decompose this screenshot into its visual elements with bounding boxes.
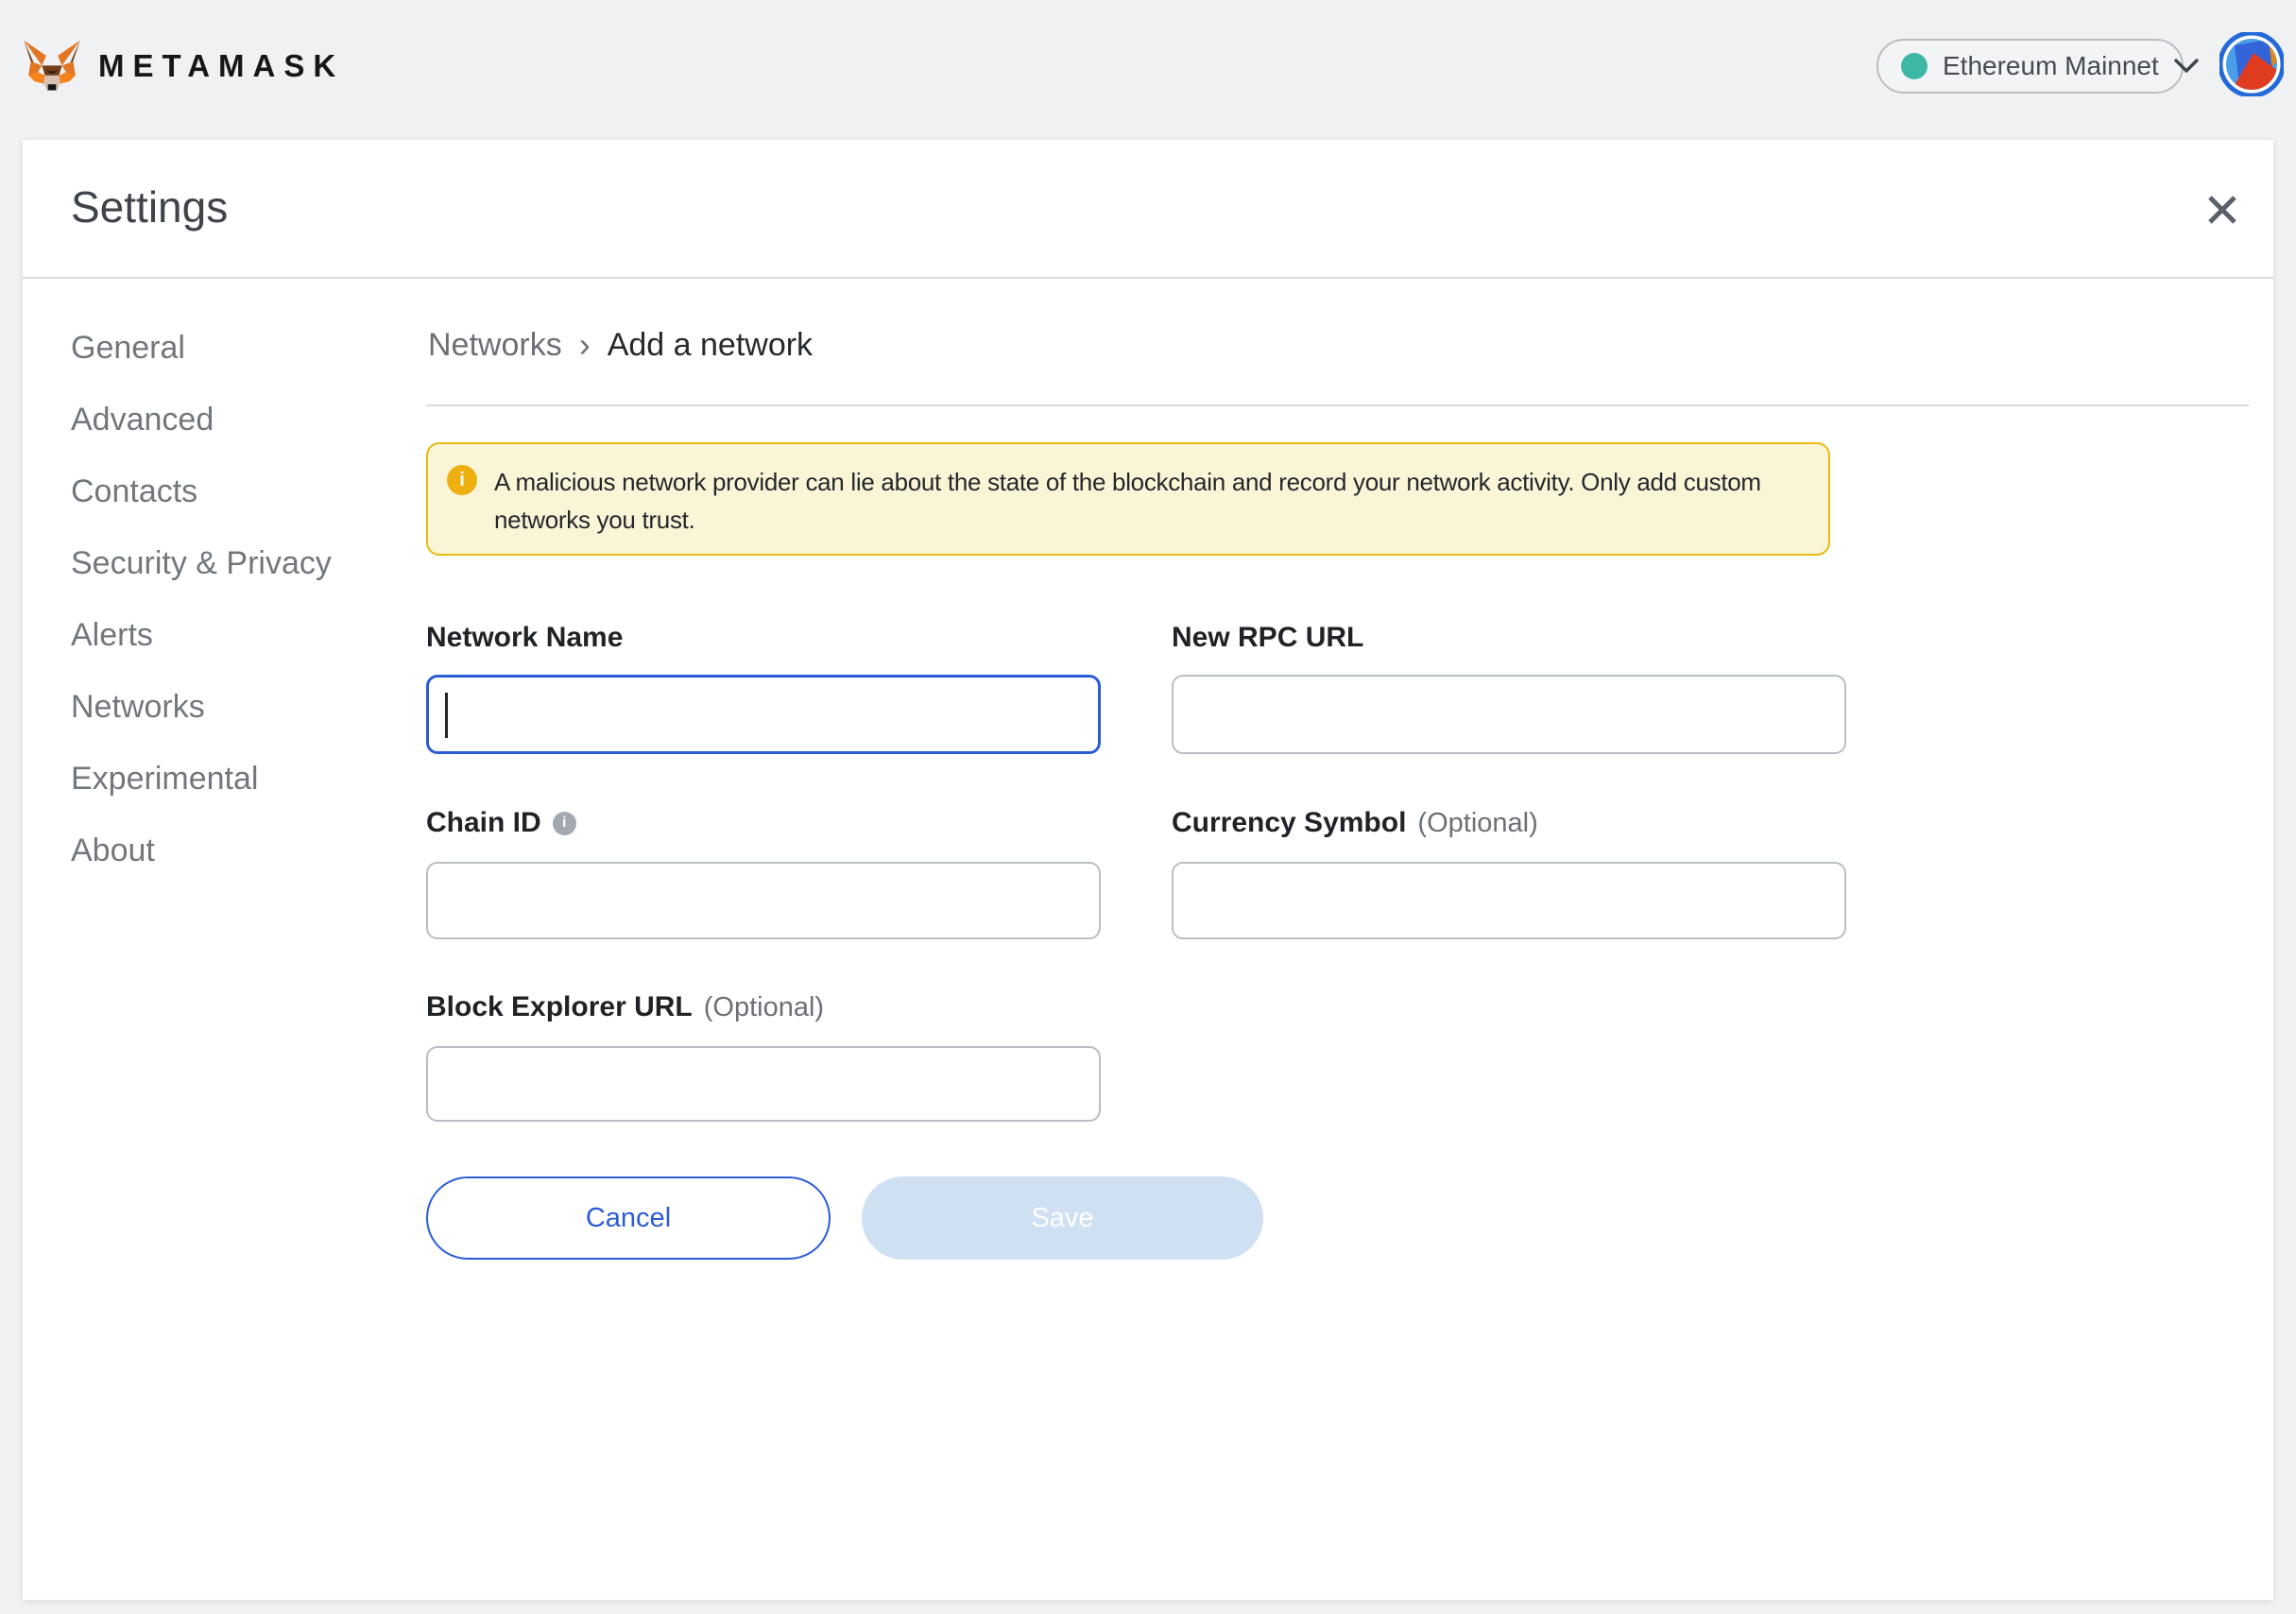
page-title: Settings (71, 181, 228, 232)
new-rpc-url-label-text: New RPC URL (1172, 622, 1363, 654)
metamask-logo[interactable]: METAMASK (23, 28, 344, 104)
network-name-label-text: Network Name (426, 622, 623, 654)
chain-id-label: Chain ID i (426, 807, 576, 839)
block-explorer-url-optional: (Optional) (704, 992, 824, 1023)
block-explorer-url-input[interactable] (426, 1046, 1101, 1122)
network-status-dot (1901, 53, 1928, 79)
currency-symbol-label-text: Currency Symbol (1172, 807, 1406, 839)
sidebar-item-networks[interactable]: Networks (71, 671, 383, 743)
fox-icon (23, 39, 81, 94)
chain-id-label-text: Chain ID (426, 807, 541, 839)
save-button[interactable]: Save (862, 1176, 1263, 1260)
chevron-down-icon (2174, 59, 2199, 74)
cancel-button[interactable]: Cancel (426, 1176, 831, 1260)
sidebar-item-alerts[interactable]: Alerts (71, 599, 383, 671)
sidebar-item-experimental[interactable]: Experimental (71, 743, 383, 815)
close-icon[interactable] (2203, 191, 2241, 229)
block-explorer-url-label-text: Block Explorer URL (426, 991, 693, 1023)
breadcrumb-current: Add a network (608, 327, 813, 364)
title-divider (23, 277, 2273, 279)
block-explorer-url-label: Block Explorer URL (Optional) (426, 991, 824, 1023)
breadcrumb-separator-icon: › (577, 325, 592, 365)
sidebar-item-contacts[interactable]: Contacts (71, 455, 383, 527)
breadcrumb-networks[interactable]: Networks (428, 327, 562, 364)
network-selector[interactable]: Ethereum Mainnet (1876, 39, 2184, 94)
currency-symbol-optional: (Optional) (1417, 808, 1537, 839)
settings-modal: Settings General Advanced Contacts Secur… (23, 140, 2273, 1600)
warning-banner: i A malicious network provider can lie a… (426, 442, 1830, 556)
sidebar-item-general[interactable]: General (71, 312, 383, 384)
new-rpc-url-input[interactable] (1172, 675, 1846, 754)
sidebar-item-security[interactable]: Security & Privacy (71, 527, 383, 599)
sidebar-item-advanced[interactable]: Advanced (71, 384, 383, 455)
network-selector-label: Ethereum Mainnet (1943, 51, 2159, 81)
breadcrumb: Networks › Add a network (428, 325, 813, 365)
text-cursor (445, 693, 448, 738)
breadcrumb-divider (426, 404, 2249, 406)
sidebar-item-about[interactable]: About (71, 815, 383, 886)
network-name-label: Network Name (426, 622, 623, 654)
chain-id-info-icon[interactable]: i (553, 812, 576, 835)
info-icon: i (447, 465, 477, 495)
account-avatar[interactable] (2219, 32, 2284, 96)
currency-symbol-input[interactable] (1172, 862, 1846, 939)
new-rpc-url-label: New RPC URL (1172, 622, 1363, 654)
warning-text: A malicious network provider can lie abo… (494, 463, 1802, 539)
chain-id-input[interactable] (426, 862, 1101, 939)
brand-wordmark: METAMASK (98, 48, 344, 84)
network-name-input[interactable] (426, 675, 1101, 754)
currency-symbol-label: Currency Symbol (Optional) (1172, 807, 1538, 839)
app-header: METAMASK Ethereum Mainnet (0, 0, 2296, 140)
settings-sidebar: General Advanced Contacts Security & Pri… (71, 312, 383, 886)
